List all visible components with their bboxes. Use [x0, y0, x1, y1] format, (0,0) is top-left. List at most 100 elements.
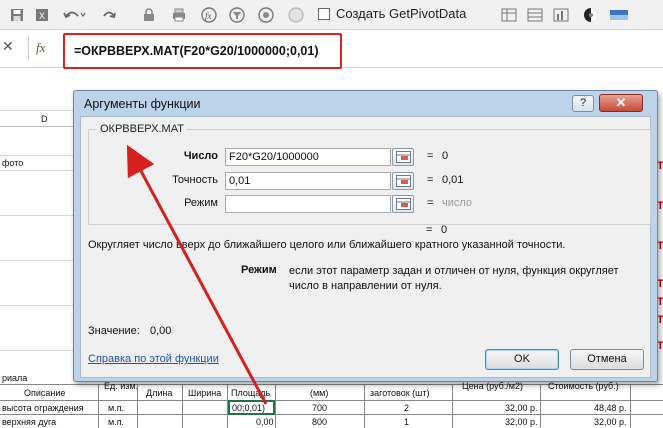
- gridline: [630, 384, 631, 428]
- arg-eq: =: [427, 150, 434, 162]
- lock-icon[interactable]: [140, 6, 158, 24]
- row-quantity[interactable]: 1: [404, 417, 409, 427]
- row-description[interactable]: верхняя дуга: [2, 417, 56, 427]
- flag-icon[interactable]: [608, 6, 630, 24]
- help-button[interactable]: ?: [572, 95, 594, 112]
- function-description: Округляет число вверх до ближайшего цело…: [88, 239, 566, 251]
- total-result: 0: [441, 224, 448, 236]
- dialog-title: Аргументы функции: [84, 97, 201, 111]
- gridline: [364, 384, 365, 428]
- dot-icon[interactable]: [257, 6, 275, 24]
- row-area[interactable]: 00;0,01): [232, 403, 265, 413]
- arg-eq: =: [427, 174, 434, 186]
- function-arguments-dialog: Аргументы функции ? ✕ ОКРВВЕРХ.МАТ Число…: [73, 90, 658, 382]
- excel-icon[interactable]: X: [33, 6, 51, 24]
- gridline: [0, 126, 75, 127]
- gridline: [0, 414, 663, 415]
- formula-input[interactable]: =ОКРВВЕРХ.МАТ(F20*G20/1000000;0,01): [74, 44, 319, 58]
- insert-function-icon[interactable]: fx: [36, 40, 45, 56]
- table-icon[interactable]: [526, 6, 544, 24]
- header-length: Длина: [146, 388, 173, 398]
- arg-input-mode[interactable]: [225, 195, 391, 213]
- gridline: [98, 384, 99, 428]
- getpivot-label: Создать GetPivotData: [336, 6, 467, 21]
- arg-input-precision[interactable]: 0,01: [225, 172, 391, 190]
- header-area: Площадь: [231, 388, 271, 398]
- gridline: [275, 384, 276, 428]
- header-price: Цена (руб./м2): [462, 381, 523, 391]
- row-description[interactable]: высота ограждения: [2, 403, 84, 413]
- gridline: [0, 170, 75, 171]
- collapse-dialog-icon[interactable]: [392, 195, 414, 213]
- header-description: Описание: [24, 388, 66, 398]
- save-icon[interactable]: [8, 6, 26, 24]
- sort-icon[interactable]: fx: [200, 6, 218, 24]
- chart-icon[interactable]: [552, 6, 570, 24]
- row-price[interactable]: 32,00 р.: [505, 417, 538, 427]
- row-price[interactable]: 32,00 р.: [505, 403, 538, 413]
- close-button[interactable]: ✕: [599, 94, 643, 112]
- gridline: [0, 260, 75, 261]
- row-unit[interactable]: м.п.: [108, 417, 124, 427]
- cell-material[interactable]: риала: [2, 373, 27, 383]
- header-mm: (мм): [310, 388, 329, 398]
- header-unit: Ед. изм.: [104, 381, 139, 391]
- svg-text:fx: fx: [205, 11, 212, 21]
- screenshot: X fx Создать GetPivotData ✕ fx =ОКРВВЕРХ…: [0, 0, 663, 428]
- ok-button[interactable]: OK: [485, 349, 559, 370]
- cell-foto[interactable]: фото: [2, 158, 23, 168]
- gridline: [0, 400, 663, 401]
- arg-input-number[interactable]: F20*G20/1000000: [225, 148, 391, 166]
- header-width: Ширина: [188, 388, 222, 398]
- shape-icon[interactable]: [287, 6, 305, 24]
- header-quantity: заготовок (шт): [370, 388, 430, 398]
- arg-result-precision: 0,01: [442, 174, 464, 186]
- gridline: [0, 155, 75, 156]
- svg-text:X: X: [39, 11, 45, 21]
- parameter-description: если этот параметр задан и отличен от ну…: [289, 265, 619, 292]
- help-link[interactable]: Справка по этой функции: [88, 353, 219, 365]
- arg-label-mode: Режим: [184, 197, 218, 209]
- collapse-dialog-icon[interactable]: [392, 148, 414, 166]
- arg-result-number: 0: [442, 150, 449, 162]
- header-cost: Стоимость (руб.): [548, 381, 619, 391]
- undo-icon[interactable]: [60, 6, 88, 24]
- collapse-dialog-icon[interactable]: [392, 172, 414, 190]
- arguments-group: ОКРВВЕРХ.МАТ Число F20*G20/1000000 = 0 Т…: [88, 123, 651, 225]
- function-name: ОКРВВЕРХ.МАТ: [97, 123, 187, 135]
- contrast-icon[interactable]: [582, 6, 600, 24]
- gridline: [0, 215, 75, 216]
- row-quantity[interactable]: 2: [404, 403, 409, 413]
- gridline: [182, 384, 183, 428]
- result-value: 0,00: [150, 325, 172, 337]
- row-unit[interactable]: м.п.: [108, 403, 124, 413]
- dialog-body: ОКРВВЕРХ.МАТ Число F20*G20/1000000 = 0 Т…: [80, 116, 651, 378]
- row-area[interactable]: 0,00: [256, 417, 274, 427]
- arg-label-precision: Точность: [172, 174, 218, 186]
- print-icon[interactable]: [170, 6, 188, 24]
- arg-label-number: Число: [183, 150, 218, 162]
- gridline: [540, 384, 541, 428]
- gridline: [0, 305, 75, 306]
- getpivot-checkbox[interactable]: [318, 8, 330, 20]
- gridline: [452, 384, 453, 428]
- arg-result-mode: число: [442, 197, 473, 209]
- formula-separator: [28, 36, 29, 60]
- row-mm[interactable]: 800: [312, 417, 327, 427]
- cancel-formula-icon[interactable]: ✕: [2, 38, 14, 55]
- cancel-button[interactable]: Отмена: [570, 349, 644, 370]
- gridline: [0, 350, 75, 351]
- row-cost[interactable]: 32,00 р.: [594, 417, 627, 427]
- parameter-title: Режим: [241, 264, 277, 276]
- insert-icon[interactable]: [500, 6, 518, 24]
- row-mm[interactable]: 700: [312, 403, 327, 413]
- row-cost[interactable]: 48,48 р.: [594, 403, 627, 413]
- quick-access-toolbar: X fx Создать GetPivotData: [0, 0, 663, 30]
- redo-icon[interactable]: [100, 6, 118, 24]
- result-label: Значение:: [88, 325, 140, 337]
- column-header-d: D: [41, 114, 48, 124]
- arg-eq: =: [427, 197, 434, 209]
- total-eq: =: [426, 224, 433, 236]
- filter-icon[interactable]: [228, 6, 246, 24]
- gridline: [0, 110, 75, 111]
